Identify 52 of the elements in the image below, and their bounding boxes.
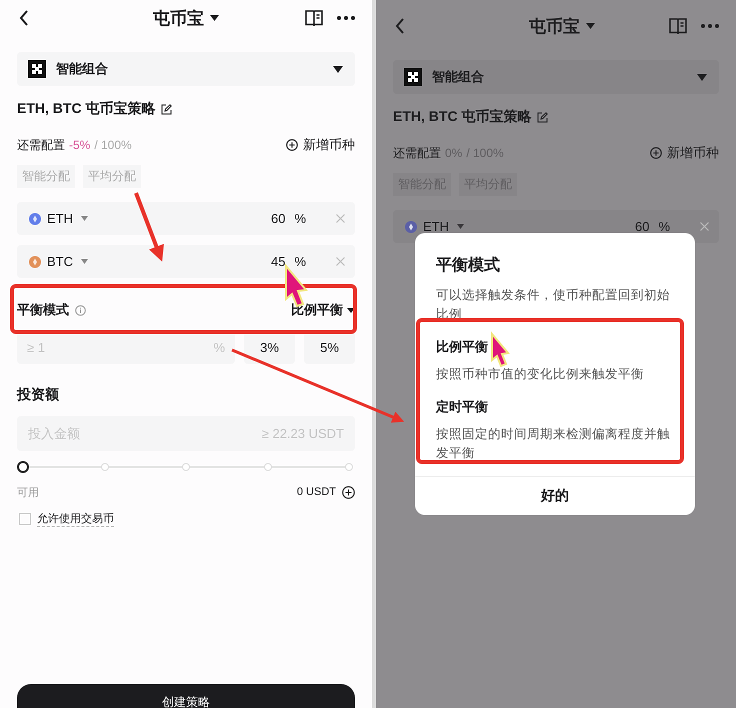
page-title[interactable]: 屯币宝 bbox=[529, 14, 580, 38]
logo-icon bbox=[404, 68, 422, 86]
arrow bbox=[134, 192, 164, 262]
option-title: 比例平衡 bbox=[436, 338, 489, 356]
percent-unit: % bbox=[294, 254, 306, 269]
checkbox[interactable] bbox=[19, 513, 31, 525]
caret-icon bbox=[333, 66, 343, 72]
strategy-type-dropdown[interactable]: 智能组合 bbox=[393, 60, 719, 94]
add-icon[interactable] bbox=[342, 486, 355, 498]
add-coin-link[interactable]: 新增币种 bbox=[667, 144, 719, 162]
dialog-title: 平衡模式 bbox=[436, 256, 501, 276]
coin-name[interactable]: ETH bbox=[423, 219, 449, 234]
allocation-total: / 100% bbox=[94, 138, 132, 152]
more-icon[interactable] bbox=[337, 16, 355, 20]
percent-unit: % bbox=[294, 211, 306, 226]
caret-icon[interactable] bbox=[210, 15, 219, 21]
available-amount: 0 USDT bbox=[296, 486, 336, 498]
page-title[interactable]: 屯币宝 bbox=[153, 6, 204, 30]
add-coin-link[interactable]: 新增币种 bbox=[303, 136, 355, 154]
percent-unit: % bbox=[213, 340, 225, 355]
info-icon[interactable] bbox=[75, 304, 86, 316]
percent-input[interactable]: 60 bbox=[634, 219, 650, 234]
percent-input[interactable]: 60 bbox=[270, 211, 286, 226]
edit-icon[interactable] bbox=[161, 104, 172, 114]
strategy-type-dropdown[interactable]: 智能组合 bbox=[17, 52, 355, 86]
threshold-option[interactable]: 5% bbox=[304, 331, 355, 364]
book-icon[interactable] bbox=[305, 10, 323, 26]
allocation-label: 还需配置 bbox=[17, 136, 65, 154]
option-title: 定时平衡 bbox=[436, 398, 489, 416]
cursor-icon bbox=[491, 331, 510, 368]
strategy-title: ETH, BTC 屯币宝策略 bbox=[393, 108, 532, 126]
ok-button[interactable]: 好的 bbox=[436, 477, 674, 515]
checkbox-label[interactable]: 允许使用交易币 bbox=[37, 511, 114, 527]
coin-name[interactable]: BTC bbox=[47, 254, 73, 269]
option-description: 按照币种市值的变化比例来触发平衡 bbox=[436, 366, 645, 383]
amount-slider[interactable] bbox=[17, 461, 355, 473]
percent-input[interactable]: 45 bbox=[270, 254, 286, 269]
back-icon[interactable] bbox=[19, 10, 29, 26]
percent-unit: % bbox=[658, 219, 670, 234]
allocation-label: 还需配置 bbox=[393, 144, 441, 162]
option-description: 按照固定的时间周期来检测偏离程度并触发平衡 bbox=[436, 426, 671, 462]
logo-icon bbox=[28, 60, 46, 78]
section-title: 投资额 bbox=[17, 386, 60, 404]
strategy-title: ETH, BTC 屯币宝策略 bbox=[17, 100, 156, 118]
available-label: 可用 bbox=[17, 486, 39, 500]
caret-icon bbox=[697, 74, 707, 80]
create-strategy-button[interactable]: 创建策略 bbox=[17, 684, 355, 708]
allocation-value: -5% bbox=[69, 138, 90, 152]
coin-name[interactable]: ETH bbox=[47, 211, 73, 226]
add-icon[interactable] bbox=[286, 139, 298, 151]
caret-icon[interactable] bbox=[347, 308, 355, 312]
balance-mode-label: 平衡模式 bbox=[17, 301, 69, 319]
